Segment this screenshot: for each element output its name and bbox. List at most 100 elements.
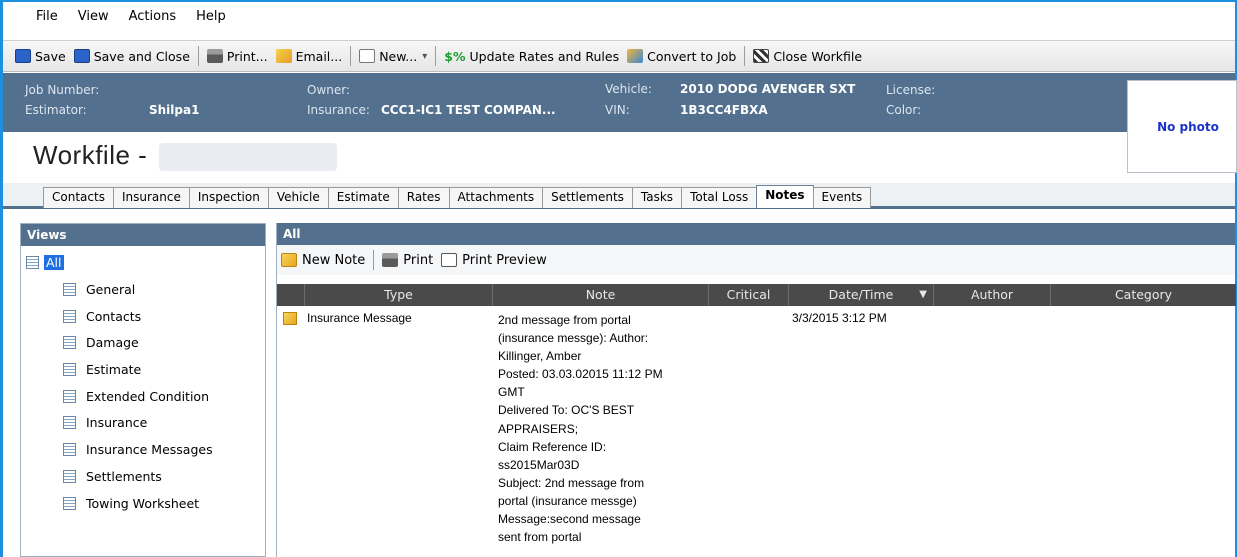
notes-grid-header: Type Note Critical Date/Time ▼ Author Cat…	[277, 284, 1236, 306]
estimator-label: Estimator:	[25, 103, 87, 117]
redacted-name	[159, 143, 338, 172]
tab-settlements[interactable]: Settlements	[542, 187, 633, 208]
tab-notes[interactable]: Notes	[756, 185, 814, 208]
menu-view[interactable]: View	[78, 9, 109, 24]
convert-icon	[627, 49, 644, 63]
save-icon	[73, 49, 90, 63]
notes-print-button[interactable]: Print	[382, 253, 433, 268]
tab-attachments[interactable]: Attachments	[448, 187, 544, 208]
toolbar-separator	[197, 46, 199, 66]
new-document-icon	[359, 49, 376, 63]
view-item-insurance-messages[interactable]: Insurance Messages	[63, 442, 213, 457]
convert-to-job-button[interactable]: Convert to Job	[627, 49, 736, 64]
update-rates-button[interactable]: $% Update Rates and Rules	[444, 49, 619, 64]
tab-inspection[interactable]: Inspection	[188, 187, 269, 208]
view-item-towing-worksheet[interactable]: Towing Worksheet	[63, 496, 199, 511]
email-button[interactable]: Email...	[275, 49, 342, 64]
vehicle-photo[interactable]: No photo	[1127, 80, 1237, 173]
menu-actions[interactable]: Actions	[129, 9, 177, 24]
views-panel: Views All General Contacts Damage Estima…	[20, 223, 266, 557]
view-item-damage[interactable]: Damage	[63, 335, 139, 350]
save-icon	[15, 49, 31, 63]
column-category[interactable]: Category	[1051, 284, 1236, 306]
toolbar-separator	[350, 46, 352, 66]
views-header: Views	[21, 224, 265, 246]
email-icon	[275, 49, 292, 63]
new-note-button[interactable]: New Note	[281, 253, 365, 268]
checkered-flag-icon	[753, 49, 770, 63]
print-button[interactable]: Print...	[206, 49, 268, 64]
view-item-general[interactable]: General	[63, 282, 135, 297]
tab-rates[interactable]: Rates	[397, 187, 450, 208]
vin-label: VIN:	[605, 103, 630, 117]
workfile-info-band: Job Number: Estimator: Shilpa1 Owner: In…	[3, 73, 1235, 132]
list-icon	[63, 336, 76, 349]
notes-header: All	[277, 223, 1235, 245]
dollar-percent-icon: $%	[444, 48, 466, 64]
tab-estimate[interactable]: Estimate	[327, 187, 399, 208]
print-preview-button[interactable]: Print Preview	[441, 253, 547, 268]
main-toolbar: Save Save and Close Print... Email... Ne…	[3, 40, 1235, 72]
note-type: Insurance Message	[307, 311, 412, 325]
chevron-down-icon: ▾	[422, 50, 428, 62]
new-dropdown-button[interactable]: New... ▾	[359, 49, 427, 64]
insurance-value: CCC1-IC1 TEST COMPAN...	[381, 103, 556, 117]
tab-vehicle[interactable]: Vehicle	[267, 187, 329, 208]
list-icon	[63, 497, 76, 510]
notes-panel: All New Note Print Print Preview Type No…	[276, 223, 1236, 557]
view-item-extended-condition[interactable]: Extended Condition	[63, 389, 209, 404]
tab-total-loss[interactable]: Total Loss	[681, 187, 758, 208]
owner-label: Owner:	[307, 83, 351, 97]
view-item-all[interactable]: All	[26, 255, 64, 270]
tab-insurance[interactable]: Insurance	[112, 187, 190, 208]
tab-events[interactable]: Events	[812, 187, 872, 208]
save-and-close-button[interactable]: Save and Close	[73, 49, 190, 64]
column-type[interactable]: Type	[305, 284, 493, 306]
estimator-value: Shilpa1	[149, 103, 200, 117]
view-item-settlements[interactable]: Settlements	[63, 469, 162, 484]
vin-value: 1B3CC4FBXA	[680, 103, 768, 117]
note-icon	[281, 253, 297, 267]
vehicle-label: Vehicle:	[605, 82, 652, 96]
menu-bar: File View Actions Help	[3, 2, 1235, 30]
menu-file[interactable]: File	[36, 9, 58, 24]
column-critical[interactable]: Critical	[709, 284, 789, 306]
list-icon	[26, 256, 39, 269]
note-datetime: 3/3/2015 3:12 PM	[792, 311, 887, 325]
column-datetime[interactable]: Date/Time ▼	[789, 284, 934, 306]
tab-contacts[interactable]: Contacts	[43, 187, 114, 208]
note-icon	[283, 311, 297, 325]
printer-icon	[382, 253, 399, 267]
job-number-label: Job Number:	[25, 83, 100, 97]
list-icon	[63, 283, 76, 296]
toolbar-separator	[744, 46, 746, 66]
notes-toolbar: New Note Print Print Preview	[277, 245, 1235, 275]
vehicle-value: 2010 DODG AVENGER SXT	[680, 82, 856, 96]
list-icon	[63, 310, 76, 323]
column-author[interactable]: Author	[934, 284, 1051, 306]
toolbar-separator	[435, 46, 437, 66]
insurance-label: Insurance:	[307, 103, 370, 117]
menu-help[interactable]: Help	[196, 9, 226, 24]
list-icon	[63, 363, 76, 376]
printer-icon	[206, 49, 223, 63]
column-note[interactable]: Note	[493, 284, 709, 306]
save-button[interactable]: Save	[15, 49, 66, 64]
color-label: Color:	[886, 103, 922, 117]
view-item-insurance[interactable]: Insurance	[63, 415, 147, 430]
view-item-estimate[interactable]: Estimate	[63, 362, 141, 377]
tab-bar: Contacts Insurance Inspection Vehicle Es…	[3, 183, 1235, 209]
tab-tasks[interactable]: Tasks	[631, 187, 683, 208]
view-item-contacts[interactable]: Contacts	[63, 309, 141, 324]
close-workfile-button[interactable]: Close Workfile	[753, 49, 862, 64]
sort-desc-icon: ▼	[919, 289, 927, 300]
list-icon	[63, 390, 76, 403]
toolbar-separator	[373, 250, 375, 270]
page-title: Workfile -	[33, 140, 338, 172]
license-label: License:	[886, 83, 936, 97]
list-icon	[63, 443, 76, 456]
column-icon	[277, 284, 305, 306]
list-icon	[63, 470, 76, 483]
list-icon	[63, 416, 76, 429]
note-text: 2nd message from portal (insurance messg…	[498, 313, 663, 545]
